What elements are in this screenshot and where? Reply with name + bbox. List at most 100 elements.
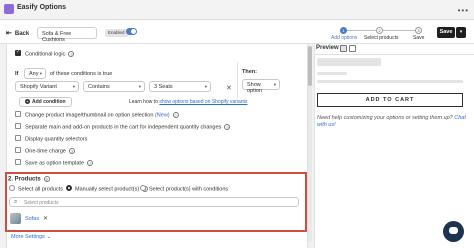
learn-text: Learn how to show options based on Shopi…	[129, 99, 247, 105]
match-suffix: of these conditions is true	[50, 71, 113, 77]
back-arrow-icon: ⇤	[6, 30, 12, 37]
condition-operator-select[interactable]: Contains ▾	[83, 81, 145, 92]
help-icon[interactable]: ?	[172, 112, 179, 118]
radio-button[interactable]	[9, 185, 15, 191]
save-menu-button[interactable]: ▾	[456, 27, 466, 38]
setting-save-template[interactable]: Save as option template?	[15, 159, 94, 167]
then-action-select[interactable]: Show option ▾	[242, 79, 280, 94]
condition-value: 3 Seats	[154, 84, 173, 90]
back-button[interactable]: ⇤ Back	[6, 29, 29, 37]
radio-button[interactable]	[140, 185, 146, 191]
help-icon[interactable]: ?	[68, 148, 75, 154]
then-label: Then:	[242, 69, 257, 75]
help-icon[interactable]: ?	[43, 176, 50, 182]
conditional-logic-label: Conditional logic	[25, 51, 66, 58]
condition-field-value: Shopify Variant	[20, 84, 57, 90]
add-condition-button[interactable]: + Add condition	[19, 97, 72, 107]
more-settings-label: More Settings	[11, 234, 45, 240]
back-label: Back	[14, 31, 30, 37]
progress-steps: 1 2 3 Add options Select products Save	[331, 25, 425, 43]
radio-label: Manually select product(s)	[75, 186, 140, 193]
chat-icon[interactable]	[443, 221, 464, 242]
radio-button[interactable]	[66, 185, 72, 191]
setting-image-change[interactable]: Change product image/thumbnail on option…	[15, 111, 179, 119]
step-3-dot[interactable]: 3	[415, 27, 422, 34]
skeleton-price	[317, 72, 347, 75]
save-button[interactable]: Save	[437, 27, 455, 38]
scroll-thumb[interactable]	[308, 46, 312, 86]
divider	[314, 54, 474, 55]
checkbox[interactable]	[15, 49, 21, 56]
chevron-down-icon: ▾	[72, 84, 75, 89]
chevron-down-icon: ⌄	[46, 234, 52, 240]
if-label: If	[15, 71, 19, 77]
option-name-field[interactable]: Sofa & Free Cushions	[37, 27, 97, 43]
product-thumbnail	[10, 213, 21, 224]
add-to-cart-button[interactable]: ADD TO CART	[317, 93, 463, 107]
radio-conditions-select[interactable]: Select product(s) with conditions	[140, 185, 229, 193]
remove-icon[interactable]: ✕	[43, 215, 48, 222]
app-title: Easify Options	[17, 4, 67, 11]
setting-separate-products[interactable]: Separate main and add-on products in the…	[15, 123, 231, 131]
checkbox[interactable]	[15, 111, 21, 117]
selected-product-link[interactable]: Sofas	[25, 216, 39, 222]
match-select[interactable]: Any ▾	[24, 68, 46, 79]
skeleton-title	[317, 58, 381, 66]
help-icon[interactable]: ?	[224, 124, 231, 130]
checkbox[interactable]	[15, 123, 21, 129]
step-connector	[343, 30, 377, 31]
checkbox[interactable]	[15, 159, 21, 165]
then-action-value: Show option	[247, 82, 262, 94]
search-icon: ⌕	[14, 199, 18, 205]
radio-label: Select product(s) with conditions	[149, 186, 229, 193]
delete-icon[interactable]: ✕	[226, 84, 232, 92]
condition-operator-value: Contains	[88, 84, 110, 90]
preview-title: Preview	[316, 45, 339, 51]
app-icon	[4, 4, 14, 14]
help-icon[interactable]: ?	[68, 51, 75, 57]
chevron-down-icon: ▾	[204, 84, 207, 89]
title-bar: Easify Options •••	[0, 0, 474, 20]
conditional-logic-checkbox[interactable]: Conditional logic?	[15, 49, 75, 58]
radio-select-all[interactable]: Select all products	[9, 185, 63, 192]
step-connector	[383, 30, 417, 31]
step-3-label: Save	[413, 35, 425, 41]
condition-value-select[interactable]: 3 Seats ▾	[149, 81, 211, 92]
mobile-icon[interactable]	[349, 45, 356, 52]
enabled-toggle[interactable]	[126, 28, 137, 35]
radio-manual-select[interactable]: Manually select product(s)?	[66, 185, 149, 193]
match-value: Any	[29, 71, 39, 77]
step-1-label: Add options	[331, 35, 358, 41]
chevron-down-icon: ▾	[273, 82, 276, 87]
chevron-down-icon: ▾	[39, 71, 42, 76]
skeleton-line	[317, 80, 463, 83]
condition-field-select[interactable]: Shopify Variant ▾	[15, 81, 79, 92]
learn-prefix: Learn how to	[129, 99, 160, 105]
more-settings-toggle[interactable]: More Settings ⌄	[11, 234, 51, 240]
products-title-text: 2. Products	[8, 176, 41, 183]
setting-one-time-charge[interactable]: One-time charge?	[15, 147, 75, 155]
setting-label: Separate main and add-on products in the…	[25, 124, 222, 131]
product-search-input[interactable]: ⌕ Select products	[9, 197, 299, 207]
scrollbar[interactable]	[308, 46, 312, 242]
setting-label: Change product image/thumbnail on option…	[25, 112, 154, 119]
chevron-down-icon: ▾	[138, 84, 141, 89]
step-1-dot[interactable]: 1	[340, 27, 347, 34]
setting-quantity-selectors[interactable]: Display quantity selectors	[15, 135, 87, 142]
products-title: 2. Products?	[8, 176, 50, 183]
checkbox[interactable]	[15, 135, 21, 141]
desktop-icon[interactable]	[340, 45, 347, 52]
plus-icon: +	[25, 99, 30, 105]
step-2-dot[interactable]: 2	[376, 27, 383, 34]
search-placeholder: Select products	[24, 200, 59, 206]
setting-label: Save as option template	[25, 160, 85, 167]
help-text: Need help customizing your options or se…	[317, 115, 467, 129]
new-badge-link[interactable]: (New)	[155, 112, 170, 118]
setting-label: One-time charge	[25, 148, 66, 155]
checkbox[interactable]	[15, 147, 21, 153]
add-condition-label: Add condition	[32, 99, 66, 105]
more-options-icon[interactable]: •••	[458, 6, 469, 15]
help-icon[interactable]: ?	[87, 160, 94, 166]
learn-link[interactable]: show options based on Shopify variants	[159, 99, 247, 105]
status-badge: Enabled	[105, 29, 128, 37]
